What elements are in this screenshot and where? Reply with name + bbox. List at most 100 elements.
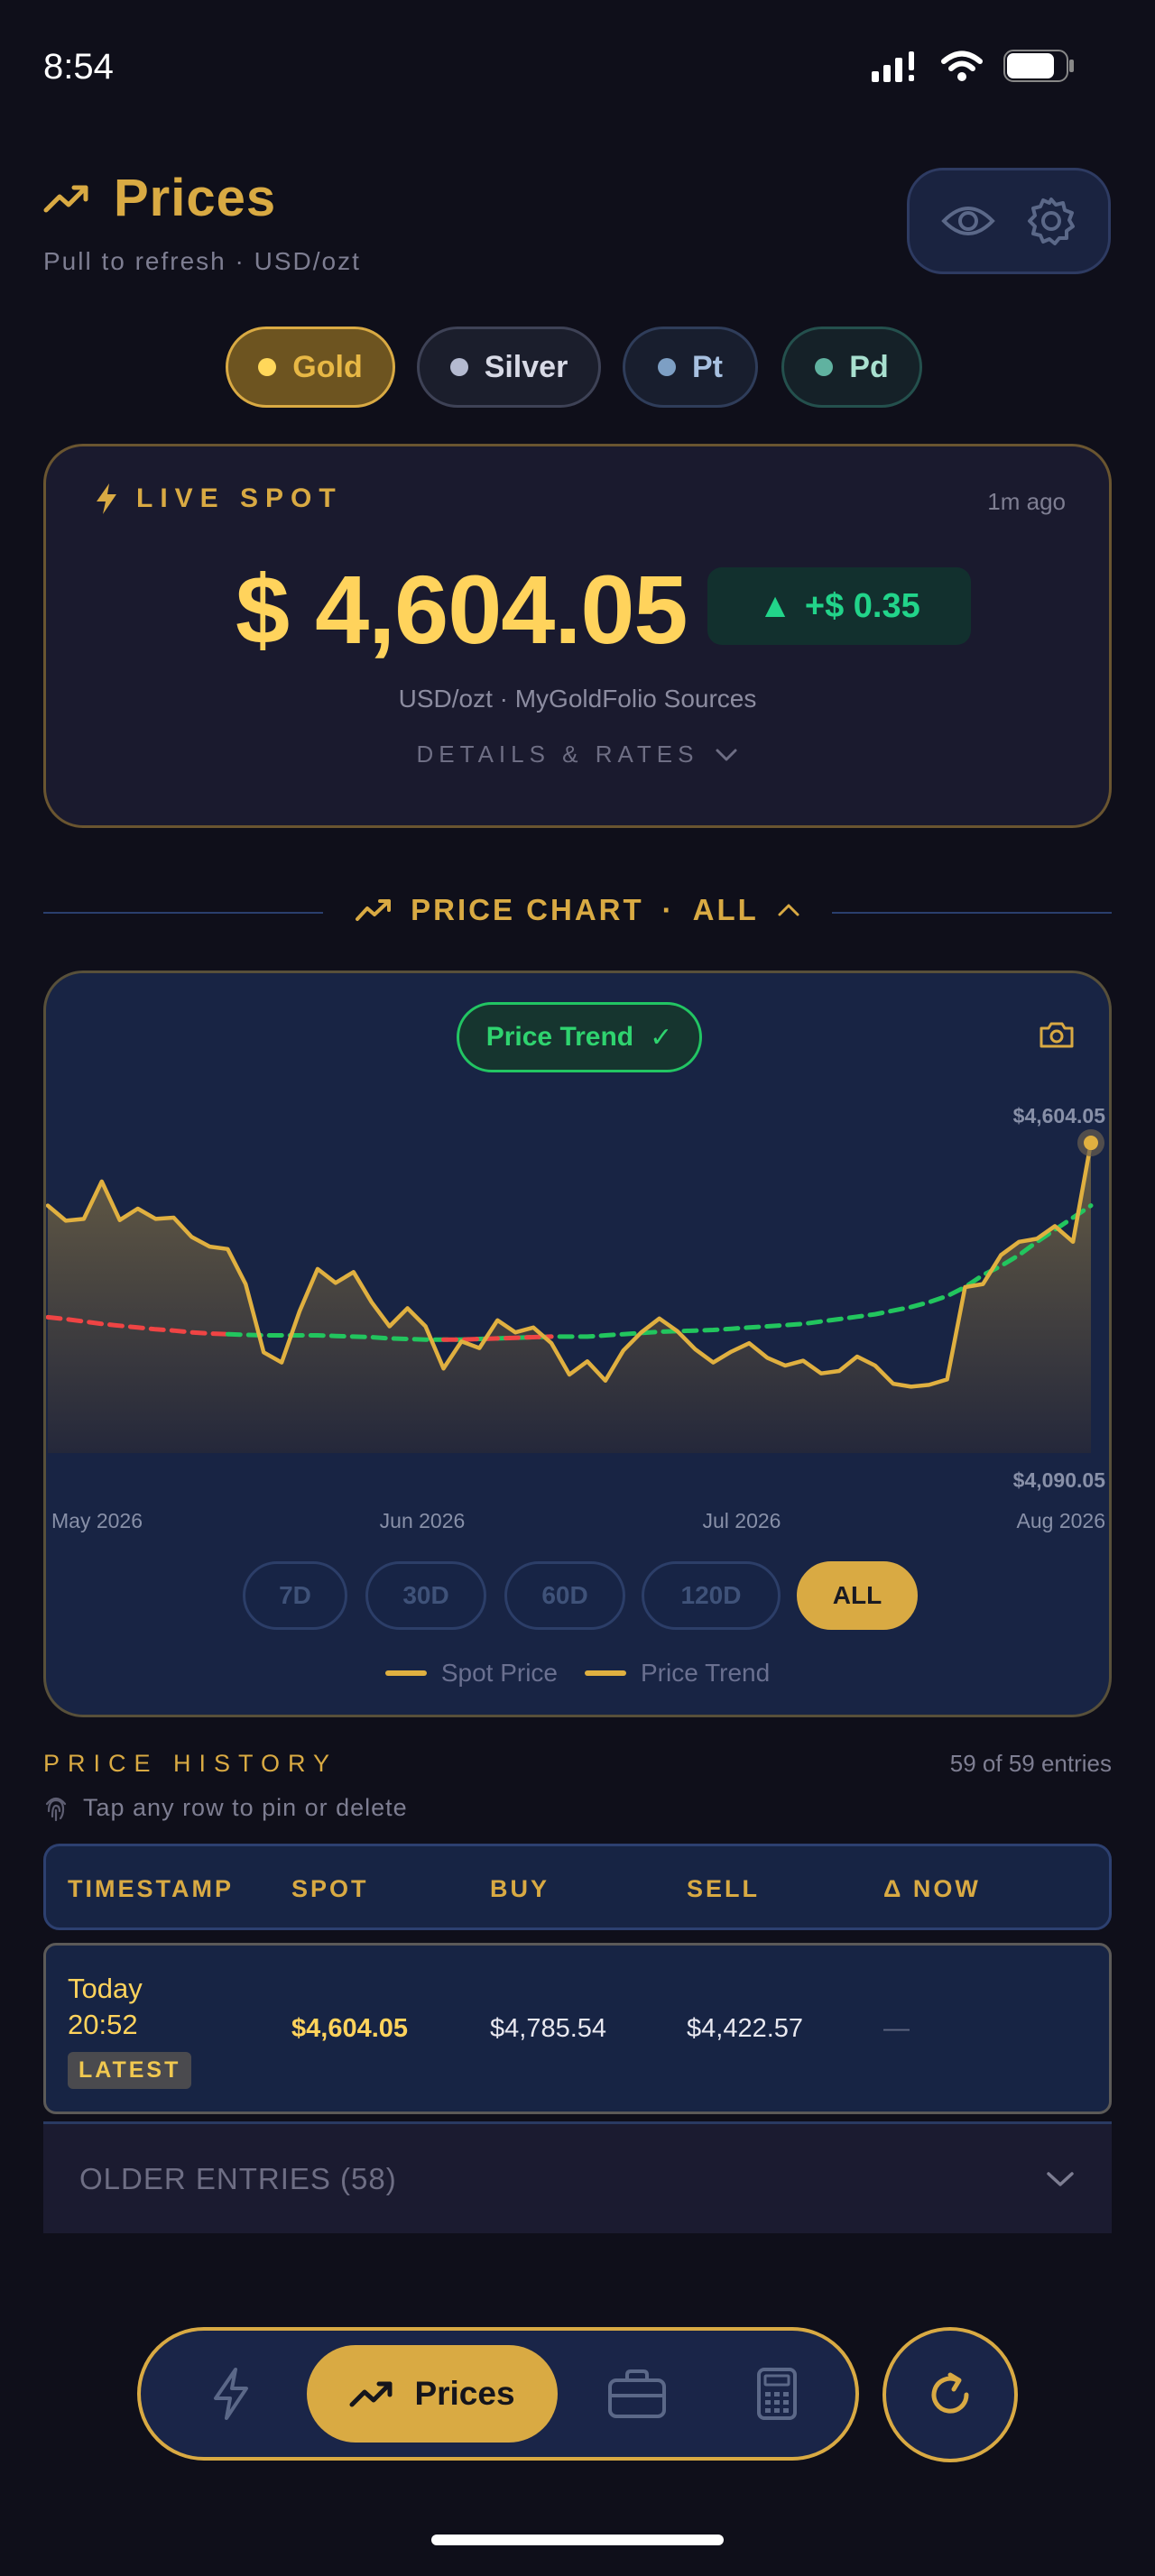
legend-label: Spot Price (440, 1659, 558, 1687)
battery-icon (1003, 50, 1074, 82)
x-tick-label: Aug 2026 (1017, 1509, 1105, 1532)
hint-text: Tap any row to pin or delete (83, 1793, 408, 1821)
nav-prices-label: Prices (414, 2375, 515, 2412)
page-subtitle: Pull to refresh · USD/ozt (43, 247, 361, 275)
metal-chip-label: Gold (292, 349, 363, 384)
price-chart-title: PRICE CHART (411, 893, 644, 926)
metal-chip-silver[interactable]: Silver (417, 327, 601, 408)
check-icon: ✓ (650, 1022, 673, 1053)
y-min-label: $4,090.05 (1013, 1468, 1106, 1492)
gold-dot-icon (258, 358, 277, 376)
header-title-row: Prices (43, 168, 276, 228)
column-header: Δ NOW (883, 1875, 981, 1902)
camera-icon[interactable] (1039, 1020, 1075, 1049)
range-button-7d[interactable]: 7D (243, 1561, 347, 1630)
legend-swatch (585, 1670, 626, 1676)
range-button-120d[interactable]: 120D (642, 1561, 781, 1630)
column-header: TIMESTAMP (68, 1875, 234, 1902)
legend-item-trend: Price Trend (585, 1659, 770, 1688)
last-updated: 1m ago (987, 488, 1066, 515)
trending-up-icon (43, 185, 88, 212)
metal-chip-label: Silver (484, 349, 568, 384)
latest-badge: LATEST (68, 2052, 192, 2089)
price-trend-toggle[interactable]: Price Trend ✓ (457, 1002, 702, 1072)
x-tick-label: Jul 2026 (703, 1509, 781, 1532)
row-time: 20:52 (68, 2009, 138, 2040)
price-trend-label: Price Trend (485, 1022, 634, 1052)
older-entries-label: OLDER ENTRIES (58) (79, 2161, 397, 2195)
column-header: SELL (687, 1875, 761, 1902)
nav-item-prices[interactable]: Prices (307, 2345, 558, 2443)
x-tick-label: May 2026 (51, 1509, 143, 1532)
chevron-up-icon (778, 904, 799, 916)
legend-swatch (384, 1670, 427, 1676)
spot-price: $ 4,604.05 (236, 555, 688, 664)
eye-icon[interactable] (941, 201, 995, 241)
chevron-down-icon (1047, 2171, 1074, 2186)
chart-legend: Spot Price Price Trend (46, 1659, 1109, 1688)
metal-chip-label: Pt (692, 349, 723, 384)
price-change-badge: ▲ +$ 0.35 (707, 567, 971, 645)
price-source: USD/ozt · MyGoldFolio Sources (398, 685, 757, 713)
range-button-30d[interactable]: 30D (365, 1561, 486, 1630)
price-history-count: 59 of 59 entries (949, 1750, 1112, 1777)
refresh-button[interactable] (882, 2327, 1018, 2462)
metal-chip-platinum[interactable]: Pt (623, 327, 758, 408)
details-rates-toggle[interactable]: DETAILS & RATES (46, 741, 1109, 768)
calculator-icon (757, 2368, 797, 2420)
details-rates-label: DETAILS & RATES (416, 741, 699, 768)
live-spot-label: LIVE SPOT (136, 483, 343, 513)
wifi-icon (941, 51, 983, 81)
fingerprint-icon (45, 1797, 67, 1822)
range-button-all[interactable]: ALL (797, 1561, 918, 1630)
price-history-hint: Tap any row to pin or delete (43, 1793, 408, 1822)
silver-dot-icon (449, 358, 468, 376)
separator-dot: · (661, 893, 675, 926)
row-delta: — (883, 2014, 910, 2043)
up-arrow-icon: ▲ (758, 586, 792, 625)
page-title: Prices (114, 169, 277, 227)
metal-chip-palladium[interactable]: Pd (781, 327, 922, 408)
nav-item-live[interactable] (177, 2331, 285, 2457)
header-actions (907, 168, 1111, 274)
status-time: 8:54 (43, 47, 114, 87)
price-chart-header[interactable]: PRICE CHART · ALL (0, 893, 1155, 927)
chevron-down-icon (716, 749, 737, 760)
latest-point (1084, 1136, 1098, 1151)
price-chart-range: ALL (692, 893, 759, 926)
status-icons (870, 49, 1076, 83)
column-header: BUY (490, 1875, 550, 1902)
trending-up-icon (356, 899, 392, 921)
row-buy: $4,785.54 (490, 2014, 607, 2043)
metal-chip-label: Pd (849, 349, 889, 384)
refresh-icon (931, 2372, 969, 2414)
row-sell: $4,422.57 (687, 2014, 804, 2043)
spot-price-area (48, 1143, 1091, 1453)
nav-item-portfolio[interactable] (574, 2331, 700, 2457)
row-day: Today (68, 1973, 143, 2004)
nav-item-calculator[interactable] (718, 2331, 836, 2457)
palladium-dot-icon (815, 358, 834, 376)
table-row[interactable]: Today 20:52 LATEST $4,604.05 $4,785.54 $… (43, 1943, 1112, 2114)
y-max-label: $4,604.05 (1013, 1104, 1106, 1127)
row-spot: $4,604.05 (291, 2014, 409, 2043)
older-entries-toggle[interactable]: OLDER ENTRIES (58) (43, 2121, 1112, 2233)
signal-icon (872, 51, 914, 82)
platinum-dot-icon (658, 358, 676, 376)
x-tick-label: Jun 2026 (380, 1509, 466, 1532)
live-spot-card: LIVE SPOT 1m ago $ 4,604.05 ▲ +$ 0.35 US… (43, 444, 1112, 828)
range-button-60d[interactable]: 60D (504, 1561, 625, 1630)
briefcase-icon (608, 2369, 666, 2418)
column-header: SPOT (291, 1875, 369, 1902)
home-indicator (431, 2535, 724, 2545)
legend-item-spot: Spot Price (384, 1659, 558, 1688)
trending-up-icon (349, 2381, 393, 2407)
bottom-nav: Prices (137, 2327, 859, 2461)
price-change-value: +$ 0.35 (804, 586, 920, 625)
gear-icon[interactable] (1026, 196, 1076, 246)
metal-chip-gold[interactable]: Gold (226, 327, 395, 408)
price-history-title: PRICE HISTORY (43, 1750, 338, 1777)
history-table-header: TIMESTAMP SPOT BUY SELL Δ NOW (43, 1844, 1112, 1930)
price-chart-card: $4,604.05 $4,090.05 May 2026 Jun 2026 Ju… (43, 971, 1112, 1717)
bolt-icon (214, 2368, 248, 2420)
